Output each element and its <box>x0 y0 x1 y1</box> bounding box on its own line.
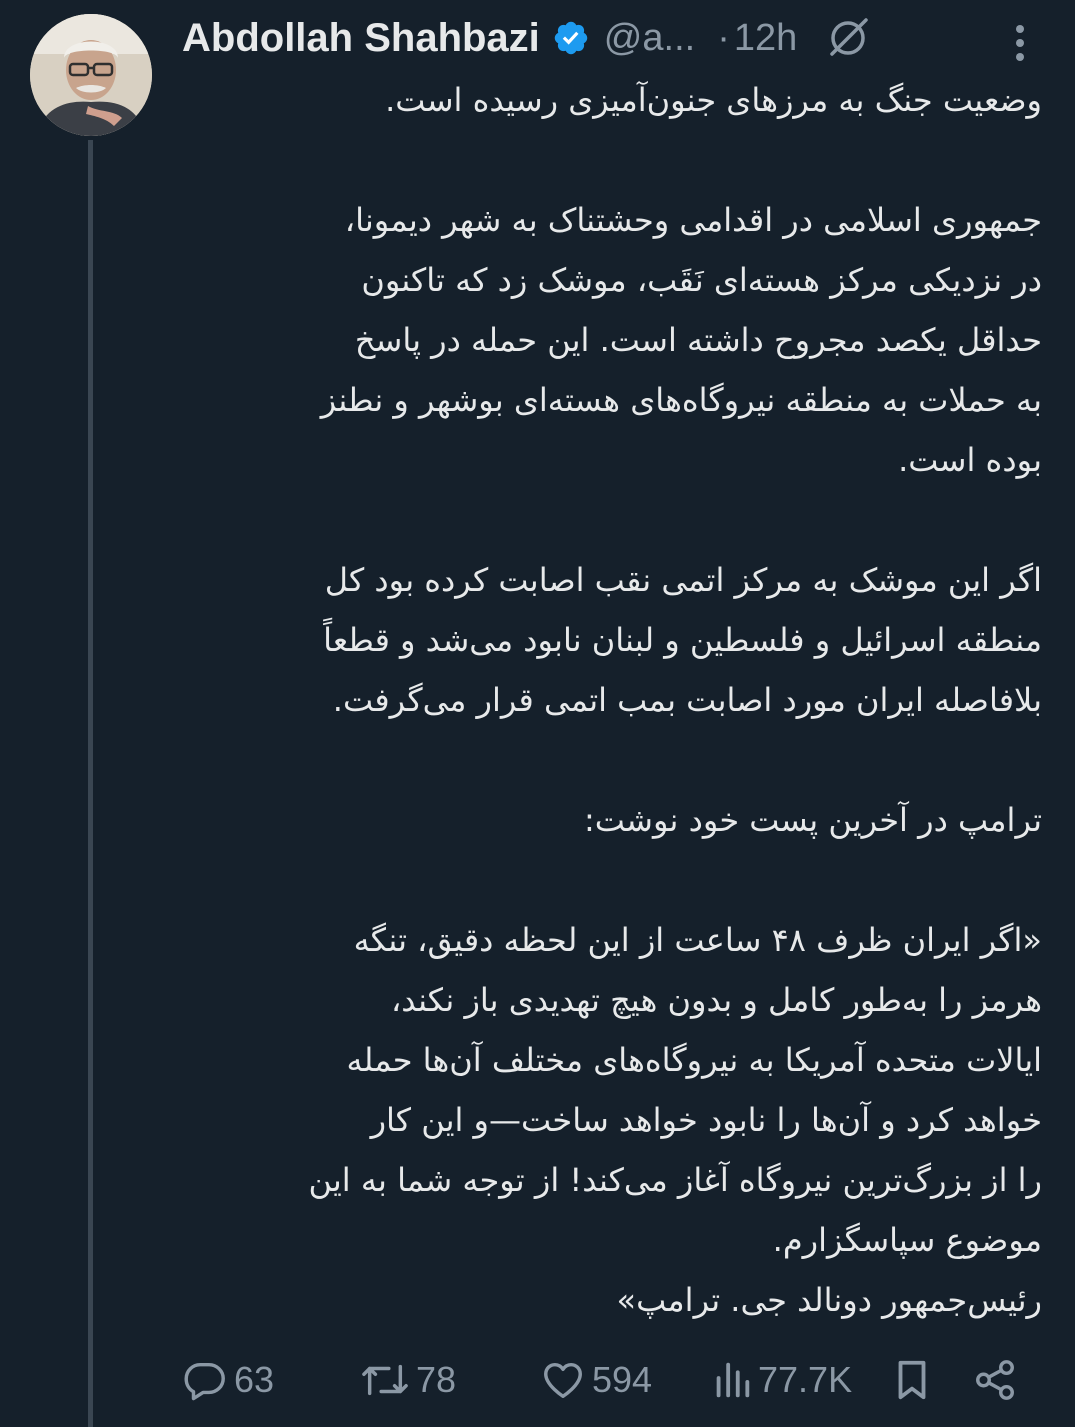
tweet-text: وضعیت جنگ به مرزهای جنون‌آمیزی رسیده است… <box>182 70 1042 1330</box>
like-button[interactable]: 594 <box>540 1352 652 1408</box>
text-line: به حملات به منطقه نیروگاه‌های هسته‌ای بو… <box>320 381 1042 419</box>
bookmark-icon <box>898 1360 926 1400</box>
text-line: منطقه اسرائیل و فلسطین و لبنان نابود می‌… <box>323 621 1042 659</box>
bookmark-button[interactable] <box>892 1352 932 1408</box>
share-button[interactable] <box>972 1352 1018 1408</box>
text-line: اگر این موشک به مرکز اتمی نقب اصابت کرده… <box>324 561 1042 599</box>
more-vertical-icon[interactable] <box>1013 22 1027 64</box>
text-line: حداقل یکصد مجروح داشته است. این حمله در … <box>354 321 1042 359</box>
retweet-count: 78 <box>416 1359 457 1400</box>
tweet-header: Abdollah Shahbazi @a... · 12h <box>182 8 1055 68</box>
retweet-button[interactable]: 78 <box>360 1352 456 1408</box>
views-button[interactable]: 77.7K <box>712 1352 852 1408</box>
text-line: را از بزرگ‌ترین نیروگاه آغاز می‌کند! از … <box>308 1161 1042 1199</box>
action-bar: 63 78 594 77.7K <box>182 1352 1032 1408</box>
views-count: 77.7K <box>758 1359 853 1400</box>
text-line: خواهد کرد و آن‌ها را نابود خواهد ساخت—و … <box>370 1101 1042 1139</box>
separator-dot: · <box>717 16 730 59</box>
text-line: رئیس‌جمهور دونالد جی. ترامپ» <box>616 1281 1042 1319</box>
text-line: جمهوری اسلامی در اقدامی وحشتناک به شهر د… <box>344 201 1042 239</box>
text-line: بلافاصله ایران مورد اصابت بمب اتمی قرار … <box>332 681 1042 719</box>
text-line: «اگر ایران ظرف ۴۸ ساعت از این لحظه دقیق،… <box>353 921 1042 959</box>
text-line: وضعیت جنگ به مرزهای جنون‌آمیزی رسیده است… <box>385 81 1042 119</box>
share-icon <box>976 1360 1014 1400</box>
retweet-icon <box>362 1364 408 1396</box>
author-handle[interactable]: @a... <box>604 17 695 60</box>
avatar[interactable] <box>30 14 152 136</box>
heart-icon <box>544 1362 582 1399</box>
nosign-icon <box>823 13 873 63</box>
text-line: بوده است. <box>898 441 1042 479</box>
views-icon <box>716 1362 750 1398</box>
author-name[interactable]: Abdollah Shahbazi <box>182 16 540 61</box>
text-line: در نزدیکی مرکز هسته‌ای نَقَب، موشک زد که… <box>361 261 1042 299</box>
reply-icon <box>184 1362 225 1401</box>
reply-button[interactable]: 63 <box>182 1352 274 1408</box>
reply-count: 63 <box>234 1359 275 1400</box>
text-line: هرمز را به‌طور کامل و بدون هیچ تهدیدی با… <box>390 981 1042 1019</box>
text-line: ترامپ در آخرین پست خود نوشت: <box>583 801 1042 839</box>
verified-badge-icon <box>552 19 590 57</box>
thread-line <box>88 140 93 1427</box>
text-line: ایالات متحده آمریکا به نیروگاه‌های مختلف… <box>346 1041 1042 1079</box>
text-line: موضوع سپاسگزارم. <box>772 1221 1042 1259</box>
tweet-time[interactable]: 12h <box>734 17 797 60</box>
like-count: 594 <box>592 1359 653 1400</box>
